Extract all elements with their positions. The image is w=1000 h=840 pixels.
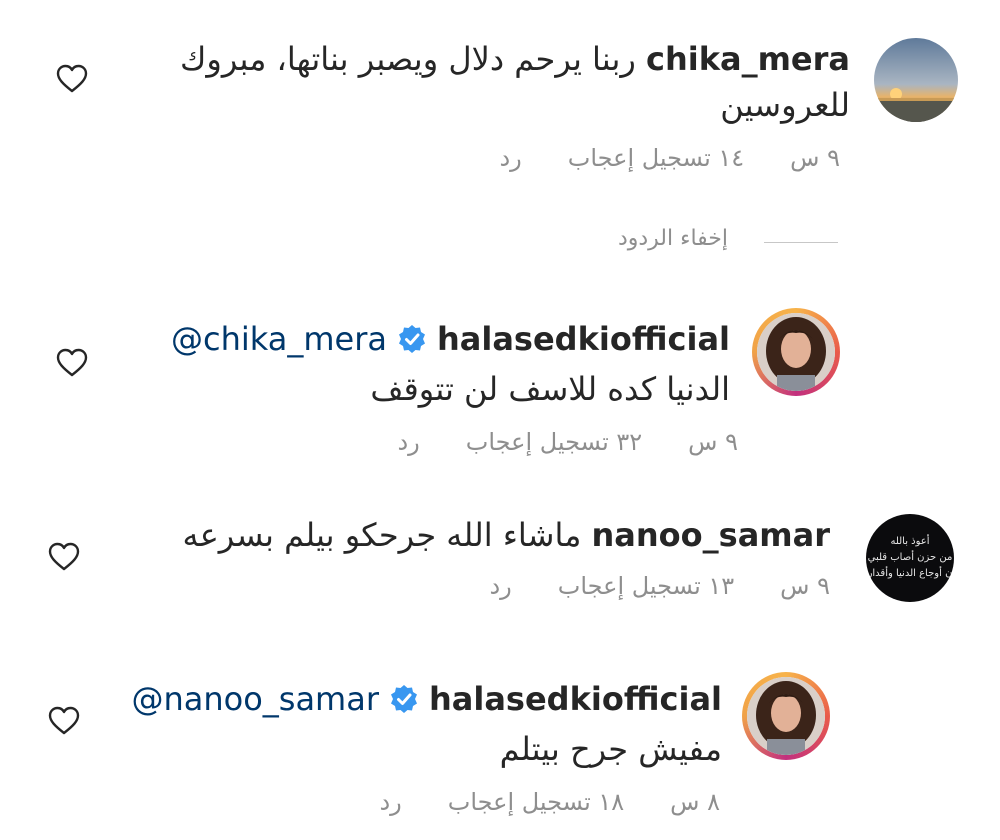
comment-likes-count[interactable]: ٣٢ تسجيل إعجاب — [466, 428, 642, 456]
divider-line — [764, 242, 838, 243]
comment-body: ربنا يرحم دلال ويصبر بناتها، مبروك — [180, 40, 636, 78]
comment-meta: ٩ س ٣٢ تسجيل إعجاب رد — [351, 428, 738, 456]
comment-meta: ٨ س ١٨ تسجيل إعجاب رد — [333, 788, 720, 816]
reply-button[interactable]: رد — [379, 788, 401, 816]
comment-body: مفيش جرح بيتلم — [499, 730, 722, 768]
verified-badge-icon — [389, 680, 419, 726]
comment-likes-count[interactable]: ١٣ تسجيل إعجاب — [558, 572, 734, 600]
verified-badge-icon — [397, 320, 427, 366]
sunset-beach-avatar-image — [874, 38, 958, 122]
avatar[interactable]: أعوذ بالله من حزن أصاب قلبي ن أوجاع الدن… — [866, 514, 954, 602]
comment-username[interactable]: chika_mera — [646, 40, 850, 78]
avatar — [747, 677, 825, 755]
comment-username[interactable]: halasedkiofficial — [437, 320, 730, 358]
heart-outline-icon[interactable] — [56, 348, 88, 378]
comment-meta: ٩ س ١٣ تسجيل إعجاب رد — [443, 572, 830, 600]
comment-text: chika_mera ربنا يرحم دلال ويصبر بناتها، … — [150, 36, 850, 128]
comment-time: ٩ س — [780, 572, 830, 600]
reply-item: halasedkiofficial @chika_mera الدنيا كده … — [0, 300, 1000, 480]
avatar-story-ring[interactable] — [752, 308, 840, 396]
reply-item: halasedkiofficial @nanoo_samar مفيش جرح ب… — [0, 662, 1000, 840]
woman-portrait-avatar-image — [757, 313, 835, 391]
comment-body: ماشاء الله جرحكو بيلم بسرعه — [182, 516, 582, 554]
comment-text: halasedkiofficial @chika_mera الدنيا كده … — [80, 316, 730, 412]
mention-link[interactable]: @nanoo_samar — [131, 680, 379, 718]
comment-body-line2: للعروسين — [720, 86, 850, 124]
hide-replies-toggle[interactable]: إخفاء الردود — [598, 226, 838, 266]
comment-text: nanoo_samar ماشاء الله جرحكو بيلم بسرعه — [130, 512, 830, 558]
comment-username[interactable]: halasedkiofficial — [429, 680, 722, 718]
reply-button[interactable]: رد — [489, 572, 511, 600]
hide-replies-label: إخفاء الردود — [617, 226, 728, 251]
woman-portrait-avatar-image — [747, 677, 825, 755]
reply-button[interactable]: رد — [397, 428, 419, 456]
comment-meta: ٩ س ١٤ تسجيل إعجاب رد — [453, 144, 840, 172]
mention-link[interactable]: @chika_mera — [171, 320, 387, 358]
avatar-calligraphy-text: أعوذ بالله من حزن أصاب قلبي ن أوجاع الدن… — [867, 536, 953, 579]
comment-username[interactable]: nanoo_samar — [592, 516, 830, 554]
comment-item: chika_mera ربنا يرحم دلال ويصبر بناتها، … — [0, 0, 1000, 200]
comment-likes-count[interactable]: ١٤ تسجيل إعجاب — [568, 144, 744, 172]
heart-outline-icon[interactable] — [48, 706, 80, 736]
reply-button[interactable]: رد — [499, 144, 521, 172]
avatar — [757, 313, 835, 391]
comment-likes-count[interactable]: ١٨ تسجيل إعجاب — [448, 788, 624, 816]
comment-text: halasedkiofficial @nanoo_samar مفيش جرح ب… — [22, 676, 722, 772]
heart-outline-icon[interactable] — [56, 64, 88, 94]
comment-time: ٨ س — [670, 788, 720, 816]
avatar-story-ring[interactable] — [742, 672, 830, 760]
comment-body: الدنيا كده للاسف لن تتوقف — [370, 370, 730, 408]
avatar[interactable] — [874, 38, 958, 122]
comment-item: أعوذ بالله من حزن أصاب قلبي ن أوجاع الدن… — [0, 500, 1000, 640]
comment-time: ٩ س — [790, 144, 840, 172]
comment-time: ٩ س — [688, 428, 738, 456]
heart-outline-icon[interactable] — [48, 542, 80, 572]
